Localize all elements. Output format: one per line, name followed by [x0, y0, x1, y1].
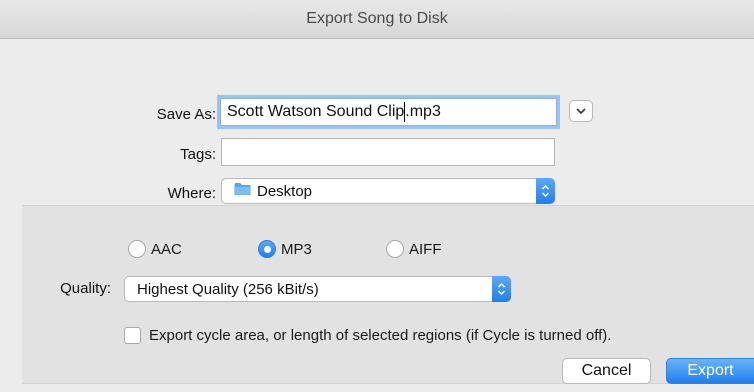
where-stepper[interactable] — [536, 178, 555, 204]
format-radio-mp3[interactable]: MP3 — [258, 240, 312, 258]
chevron-down-icon — [576, 107, 586, 114]
quality-value: Highest Quality (256 kBit/s) — [137, 280, 319, 298]
tags-label: Tags: — [180, 146, 216, 163]
save-as-label: Save As: — [156, 106, 216, 123]
format-radio-aac[interactable]: AAC — [128, 240, 182, 258]
up-down-chevron-icon — [541, 184, 550, 198]
folder-icon — [234, 182, 251, 200]
where-value: Desktop — [257, 182, 313, 200]
up-down-chevron-icon — [497, 282, 506, 296]
save-as-field[interactable]: Scott Watson Sound Clip .mp3 — [220, 98, 557, 126]
cancel-button[interactable]: Cancel — [562, 358, 651, 384]
export-sheet: Save As: Scott Watson Sound Clip .mp3 Tag… — [0, 39, 754, 392]
export-button[interactable]: Export — [666, 358, 754, 384]
format-radio-aiff[interactable]: AIFF — [386, 240, 442, 258]
quality-popup[interactable]: Highest Quality (256 kBit/s) — [124, 276, 511, 302]
radio-label: AAC — [151, 240, 182, 258]
save-as-text-after-caret: .mp3 — [405, 103, 441, 120]
window-title: Export Song to Disk — [306, 10, 448, 27]
tags-field[interactable] — [221, 138, 555, 166]
quality-stepper[interactable] — [492, 276, 511, 302]
where-label: Where: — [167, 185, 216, 202]
title-bar: Export Song to Disk — [0, 0, 754, 39]
cycle-area-label: Export cycle area, or length of selected… — [149, 327, 612, 344]
radio-label: MP3 — [281, 240, 312, 258]
cycle-area-checkbox[interactable] — [124, 327, 141, 344]
expand-dialog-button[interactable] — [569, 100, 593, 122]
quality-label: Quality: — [60, 280, 111, 297]
save-as-text-before-caret: Scott Watson Sound Clip — [227, 103, 405, 120]
radio-label: AIFF — [409, 240, 442, 258]
radio-button[interactable] — [386, 240, 404, 258]
radio-button[interactable] — [258, 240, 276, 258]
cycle-area-option[interactable]: Export cycle area, or length of selected… — [124, 327, 611, 344]
where-popup[interactable]: Desktop — [221, 178, 555, 204]
radio-button[interactable] — [128, 240, 146, 258]
